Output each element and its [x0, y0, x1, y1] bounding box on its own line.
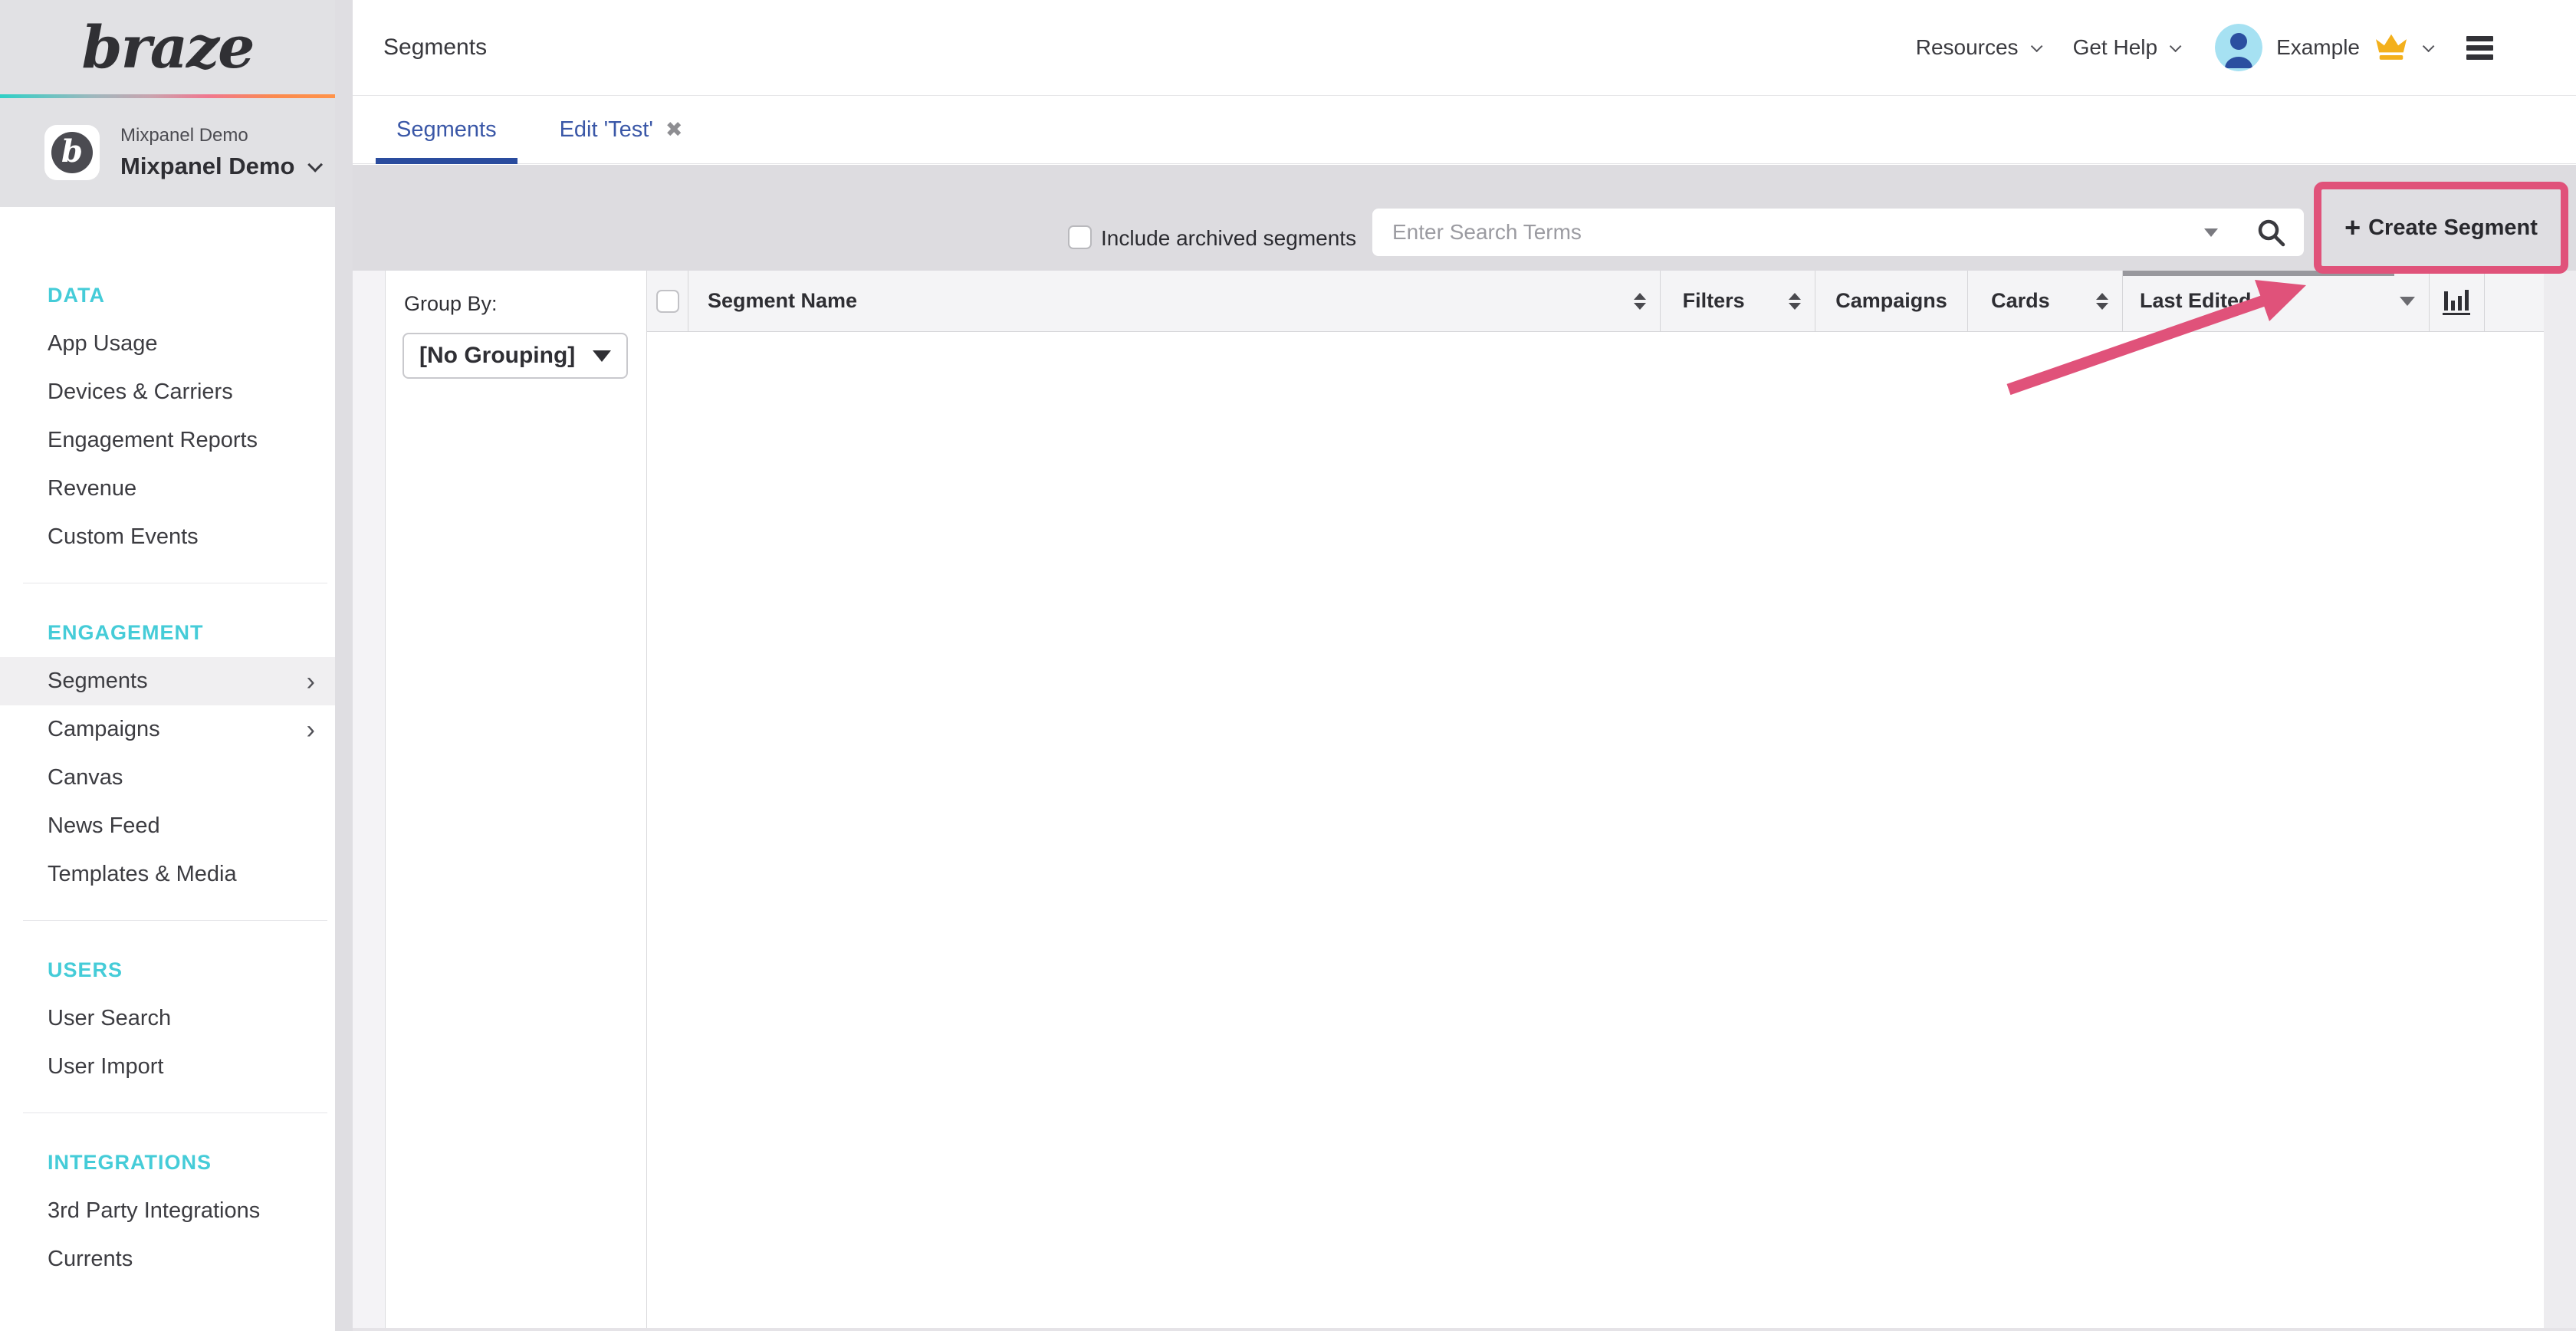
group-by-panel: Group By: [No Grouping] [385, 271, 646, 1328]
close-icon[interactable]: ✖ [665, 118, 683, 142]
hamburger-menu-icon[interactable] [2466, 36, 2493, 60]
sidebar-separator [335, 0, 353, 1331]
horizontal-scrollbar-track [353, 1328, 2576, 1331]
section-header-data: DATA [0, 280, 335, 311]
segment-search-box [1372, 209, 2304, 256]
content-right-gutter [2544, 271, 2576, 1328]
get-help-menu[interactable]: Get Help [2073, 35, 2179, 60]
tab-segments[interactable]: Segments [376, 96, 518, 163]
select-all-checkbox[interactable] [656, 290, 679, 313]
header-actions: Resources Get Help Example [1882, 24, 2493, 71]
column-analytics[interactable] [2430, 271, 2485, 331]
sidebar-item-app-usage[interactable]: App Usage [0, 320, 335, 368]
sidebar-item-revenue[interactable]: Revenue [0, 465, 335, 513]
sidebar-item-3rd-party-integrations[interactable]: 3rd Party Integrations [0, 1187, 335, 1235]
sidebar-item-custom-events[interactable]: Custom Events [0, 513, 335, 561]
column-filters[interactable]: Filters [1661, 271, 1815, 331]
sidebar-item-news-feed[interactable]: News Feed [0, 802, 335, 850]
content-left-gutter [353, 271, 385, 1328]
workspace-selector[interactable]: b Mixpanel Demo Mixpanel Demo [0, 98, 335, 207]
sort-icon[interactable] [2096, 293, 2108, 310]
group-by-label: Group By: [404, 292, 646, 316]
segments-table: Segment Name Filters Campaigns Cards Las… [646, 271, 2544, 1328]
dropdown-arrow-icon [593, 350, 611, 362]
chevron-down-icon [2170, 40, 2182, 52]
sidebar-item-user-import[interactable]: User Import [0, 1043, 335, 1091]
user-account-menu[interactable]: Example [2215, 24, 2431, 71]
chevron-right-icon: › [307, 669, 315, 695]
chevron-down-icon [2030, 40, 2042, 52]
include-archived-checkbox[interactable] [1068, 225, 1092, 249]
column-spacer [2485, 271, 2544, 331]
create-segment-button[interactable]: + Create Segment [2314, 182, 2568, 274]
crown-icon [2372, 32, 2410, 63]
sidebar-item-user-search[interactable]: User Search [0, 994, 335, 1043]
braze-b-icon: b [51, 132, 93, 173]
search-dropdown-caret-icon[interactable] [2204, 228, 2218, 237]
user-name: Example [2276, 35, 2360, 60]
top-header: Segments Resources Get Help [353, 0, 2576, 96]
section-header-users: USERS [0, 955, 335, 985]
sidebar-item-segments[interactable]: Segments › [0, 657, 335, 705]
section-header-engagement: ENGAGEMENT [0, 617, 335, 648]
sidebar-item-currents[interactable]: Currents [0, 1235, 335, 1283]
sort-icon[interactable] [1634, 293, 1646, 310]
workspace-app-icon: b [44, 125, 100, 180]
workspace-labels: Mixpanel Demo Mixpanel Demo [120, 125, 319, 180]
column-segment-name[interactable]: Segment Name [688, 271, 1661, 331]
workspace-icon-letter: b [61, 136, 83, 167]
sidebar-item-campaigns[interactable]: Campaigns › [0, 705, 335, 754]
sidebar-item-devices-carriers[interactable]: Devices & Carriers [0, 368, 335, 416]
tab-bar: Segments Edit 'Test' ✖ [353, 96, 2576, 164]
chevron-down-icon [308, 157, 324, 173]
sort-icon[interactable] [1789, 293, 1801, 310]
sidebar-section-engagement: ENGAGEMENT Segments › Campaigns › Canvas… [0, 583, 335, 899]
chevron-down-icon [2423, 40, 2435, 52]
chevron-right-icon: › [307, 717, 315, 743]
braze-app-window: braze b Mixpanel Demo Mixpanel Demo DATA… [0, 0, 2576, 1331]
braze-logo: braze [82, 13, 254, 81]
group-by-select[interactable]: [No Grouping] [402, 333, 628, 379]
sidebar-item-engagement-reports[interactable]: Engagement Reports [0, 416, 335, 465]
sidebar-section-data: DATA App Usage Devices & Carriers Engage… [0, 207, 335, 561]
sidebar: braze b Mixpanel Demo Mixpanel Demo DATA… [0, 0, 335, 1331]
sidebar-section-integrations: INTEGRATIONS 3rd Party Integrations Curr… [0, 1113, 335, 1283]
section-header-integrations: INTEGRATIONS [0, 1147, 335, 1178]
sidebar-section-users: USERS User Search User Import [0, 921, 335, 1091]
column-last-edited[interactable]: Last Edited [2123, 271, 2430, 331]
column-campaigns[interactable]: Campaigns [1815, 271, 1968, 331]
avatar [2215, 24, 2262, 71]
table-header-row: Segment Name Filters Campaigns Cards Las… [647, 271, 2544, 332]
search-icon[interactable] [2255, 216, 2287, 248]
tab-edit-test[interactable]: Edit 'Test' ✖ [539, 96, 704, 163]
plus-icon: + [2344, 214, 2361, 242]
workspace-company-name: Mixpanel Demo [120, 153, 294, 180]
logo-band: braze [0, 0, 335, 94]
sidebar-nav: DATA App Usage Devices & Carriers Engage… [0, 207, 335, 1283]
bar-chart-icon [2442, 286, 2472, 317]
sort-direction-caret-icon[interactable] [2400, 297, 2415, 306]
resources-menu[interactable]: Resources [1916, 35, 2039, 60]
column-cards[interactable]: Cards [1968, 271, 2123, 331]
search-input[interactable] [1392, 220, 2204, 245]
sidebar-item-templates-media[interactable]: Templates & Media [0, 850, 335, 899]
sidebar-item-canvas[interactable]: Canvas [0, 754, 335, 802]
main-content: Segments Resources Get Help [353, 0, 2576, 1331]
select-all-cell [647, 271, 688, 331]
page-title: Segments [383, 35, 487, 61]
include-archived-label: Include archived segments [1101, 226, 1356, 250]
workspace-app-name: Mixpanel Demo [120, 125, 319, 146]
